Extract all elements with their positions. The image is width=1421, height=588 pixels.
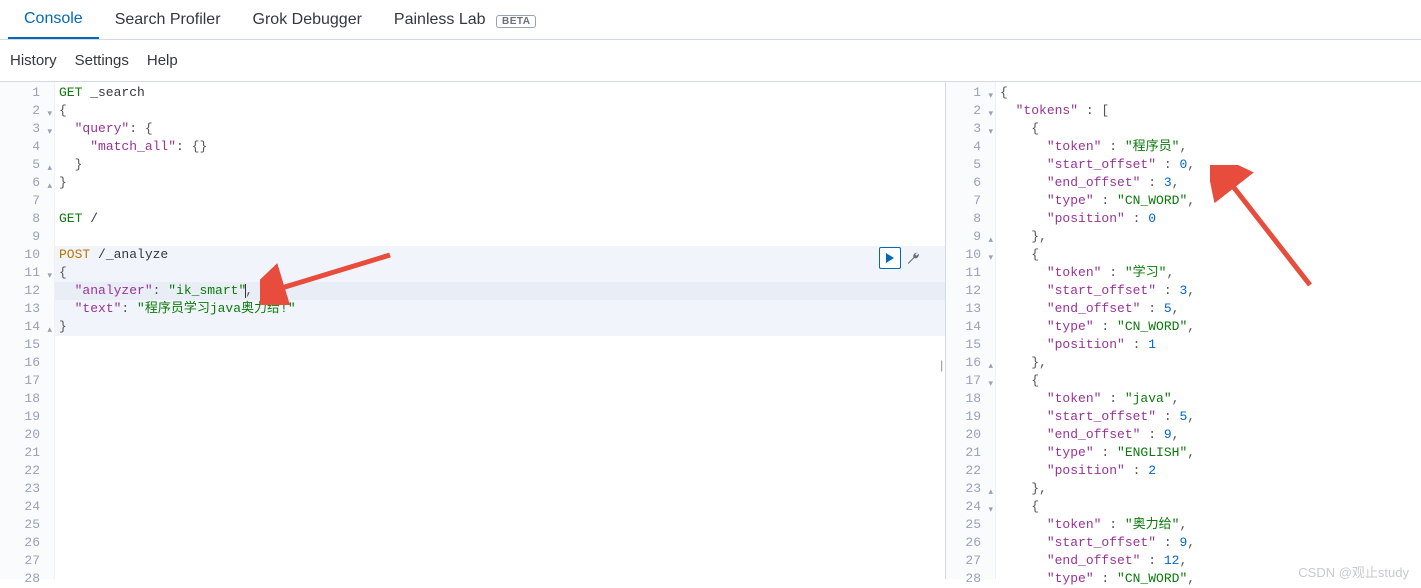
history-link[interactable]: History <box>10 52 57 69</box>
watermark: CSDN @观止study <box>1298 562 1409 581</box>
request-pane: 12▾3▾45▴6▴7891011▾121314▴151617181920212… <box>0 81 945 579</box>
request-gutter: 12▾3▾45▴6▴7891011▾121314▴151617181920212… <box>0 82 55 579</box>
tab-painless-lab[interactable]: Painless Lab BETA <box>378 1 553 38</box>
wrench-icon <box>906 251 920 265</box>
request-actions <box>879 247 923 269</box>
response-pane: 1▾2▾3▾456789▴10▾111213141516▴17▾18192021… <box>945 81 1421 579</box>
beta-badge: BETA <box>496 15 536 28</box>
request-editor[interactable]: GET _search{ "query": { "match_all": {} … <box>55 82 945 579</box>
top-tabs: Console Search Profiler Grok Debugger Pa… <box>0 0 1421 40</box>
settings-link[interactable]: Settings <box>75 52 129 69</box>
help-link[interactable]: Help <box>147 52 178 69</box>
tab-grok-debugger[interactable]: Grok Debugger <box>237 1 378 38</box>
tab-painless-lab-label: Painless Lab <box>394 11 486 28</box>
response-viewer[interactable]: { "tokens" : [ { "token" : "程序员", "start… <box>996 82 1421 579</box>
tab-search-profiler[interactable]: Search Profiler <box>99 1 237 38</box>
run-request-button[interactable] <box>879 247 901 269</box>
editor-split: 12▾3▾45▴6▴7891011▾121314▴151617181920212… <box>0 81 1421 579</box>
request-options-button[interactable] <box>903 247 923 269</box>
console-subbar: History Settings Help <box>0 40 1421 81</box>
play-icon <box>885 253 895 263</box>
tab-console[interactable]: Console <box>8 0 99 39</box>
response-gutter: 1▾2▾3▾456789▴10▾111213141516▴17▾18192021… <box>946 82 996 579</box>
